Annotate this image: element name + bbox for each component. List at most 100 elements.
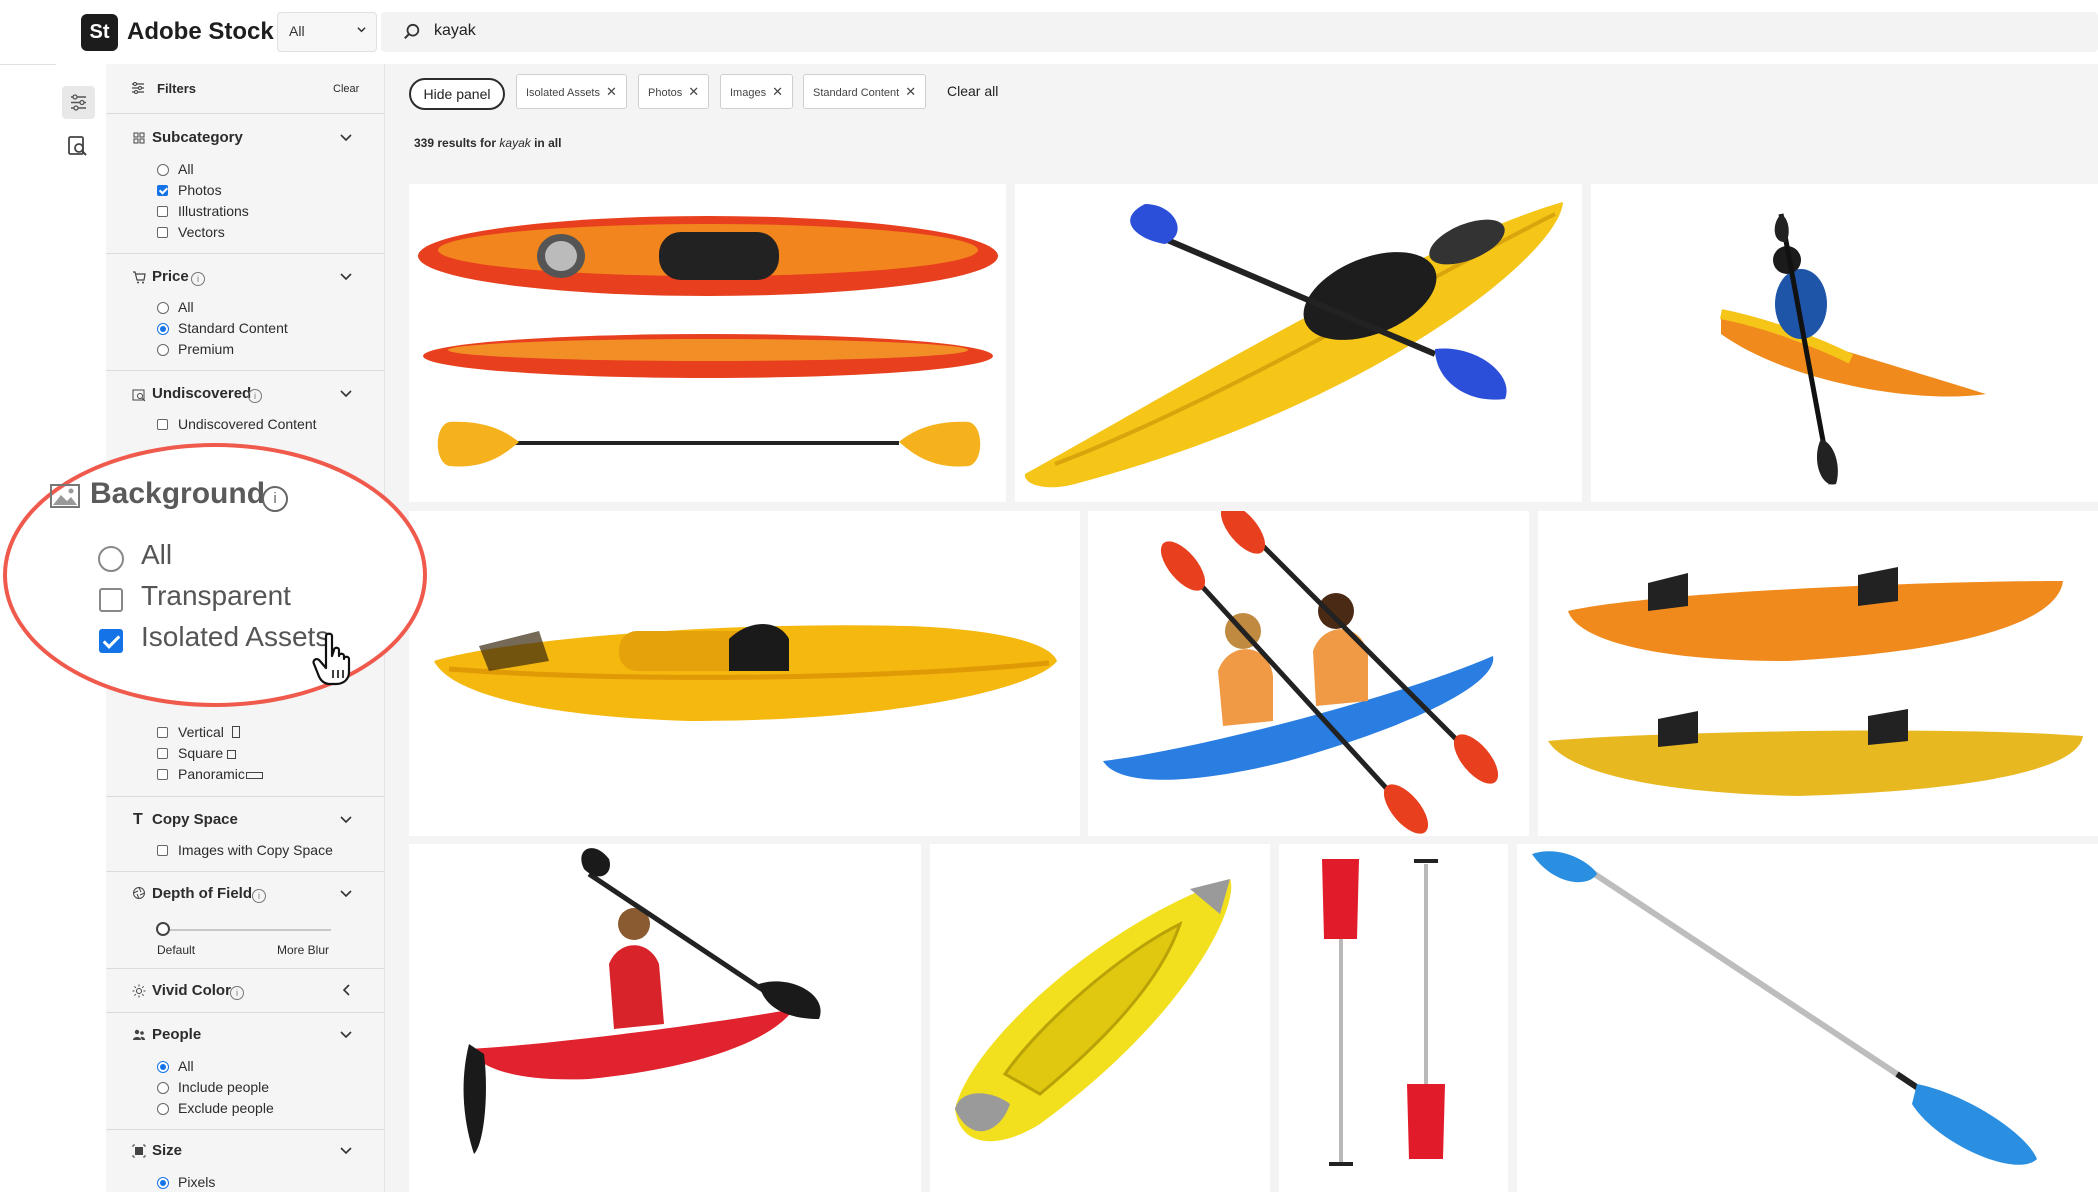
checkbox-background-transparent[interactable] <box>99 588 123 612</box>
hide-panel-button[interactable]: Hide panel <box>409 78 505 110</box>
filter-chip[interactable]: Isolated Assets ✕ <box>516 74 627 109</box>
image-thumbnail <box>463 848 821 1154</box>
result-tile-woman-red-kayak[interactable] <box>409 844 921 1192</box>
checkbox-undiscovered[interactable] <box>157 419 168 430</box>
subcategory-option-label: Illustrations <box>178 203 249 219</box>
text-icon: T <box>133 811 143 828</box>
brand-name[interactable]: Adobe Stock <box>127 18 274 46</box>
copy-space-option-label: Images with Copy Space <box>178 842 333 858</box>
chevron-left-icon[interactable] <box>343 984 351 996</box>
price-header[interactable]: Price <box>152 268 189 285</box>
filters-toggle-button[interactable] <box>62 86 95 119</box>
info-icon[interactable]: i <box>230 986 244 1000</box>
copy-space-header[interactable]: Copy Space <box>152 811 238 828</box>
image-thumbnail <box>1024 202 1563 488</box>
search-input[interactable]: kayak <box>434 22 476 40</box>
chevron-down-icon[interactable] <box>340 390 352 398</box>
filter-chip[interactable]: Images ✕ <box>720 74 793 109</box>
checkbox-orientation-square[interactable] <box>157 748 168 759</box>
scope-dropdown[interactable]: All <box>277 12 377 52</box>
search-bar[interactable]: kayak <box>381 12 2098 52</box>
subcategory-option-label: All <box>178 161 194 177</box>
radio-subcategory-all[interactable] <box>157 164 169 176</box>
info-icon[interactable]: i <box>252 889 266 903</box>
divider <box>106 796 384 797</box>
image-thumbnail <box>418 216 998 467</box>
info-icon[interactable]: i <box>248 389 262 403</box>
radio-background-all[interactable] <box>98 546 124 572</box>
result-tile-yellow-kayak-side[interactable] <box>409 511 1080 836</box>
close-icon[interactable]: ✕ <box>772 75 783 108</box>
orientation-option-label: Panoramic <box>178 766 245 782</box>
filter-chip-label: Images <box>730 87 767 99</box>
result-tile-blue-paddle[interactable] <box>1517 844 2098 1192</box>
close-icon[interactable]: ✕ <box>905 75 916 108</box>
radio-price-standard[interactable] <box>157 323 169 335</box>
sun-icon <box>132 984 146 998</box>
image-thumbnail <box>1322 859 1445 1166</box>
slider-max-label: More Blur <box>277 943 330 957</box>
image-icon <box>50 484 80 508</box>
image-thumbnail <box>1548 567 2083 796</box>
divider <box>106 1012 384 1013</box>
radio-people-exclude[interactable] <box>157 1103 169 1115</box>
chevron-down-icon[interactable] <box>340 1031 352 1039</box>
depth-of-field-header[interactable]: Depth of Field <box>152 885 252 902</box>
close-icon[interactable]: ✕ <box>606 75 617 108</box>
checkbox-orientation-vertical[interactable] <box>157 727 168 738</box>
result-tile-two-red-paddles[interactable] <box>1279 844 1508 1192</box>
divider <box>106 871 384 872</box>
chevron-down-icon[interactable] <box>340 1147 352 1155</box>
adobe-stock-logo[interactable]: St <box>81 14 118 51</box>
result-tile-yellow-kayak-blue-paddle[interactable] <box>1015 184 1582 502</box>
result-tile-two-orange-yellow-kayaks[interactable] <box>1538 511 2098 836</box>
size-header[interactable]: Size <box>152 1142 182 1159</box>
sliders-icon <box>71 94 86 111</box>
checkbox-subcategory-illustrations[interactable] <box>157 206 168 217</box>
checkbox-subcategory-photos[interactable] <box>157 185 168 196</box>
orientation-option-label: Square <box>178 745 224 761</box>
aperture-icon <box>133 887 145 899</box>
chevron-down-icon[interactable] <box>340 816 352 824</box>
divider <box>106 968 384 969</box>
radio-people-include[interactable] <box>157 1082 169 1094</box>
radio-price-all[interactable] <box>157 302 169 314</box>
checkbox-background-isolated[interactable] <box>99 629 123 653</box>
chevron-down-icon[interactable] <box>340 134 352 142</box>
depth-slider-track[interactable] <box>163 929 331 931</box>
clear-filters-button[interactable]: Clear <box>333 83 359 95</box>
result-tile-kayaker-orange-kayak[interactable] <box>1591 184 2098 502</box>
chevron-down-icon[interactable] <box>340 890 352 898</box>
size-icon <box>132 1144 146 1158</box>
filter-chip[interactable]: Standard Content ✕ <box>803 74 927 109</box>
info-icon[interactable]: i <box>262 486 288 512</box>
depth-slider-handle[interactable] <box>156 922 170 936</box>
radio-price-premium[interactable] <box>157 344 169 356</box>
hand-cursor-icon <box>312 632 351 686</box>
price-option-label: Standard Content <box>178 320 288 336</box>
vivid-color-header[interactable]: Vivid Color <box>152 982 231 999</box>
divider <box>106 253 384 254</box>
info-icon[interactable]: i <box>191 272 205 286</box>
result-tile-inflatable-yellow-kayak[interactable] <box>930 844 1270 1192</box>
checkbox-copy-space[interactable] <box>157 845 168 856</box>
result-tile-orange-kayak-with-paddle[interactable] <box>409 184 1006 502</box>
people-header[interactable]: People <box>152 1026 201 1043</box>
checkbox-orientation-panoramic[interactable] <box>157 769 168 780</box>
radio-size-pixels[interactable] <box>157 1177 169 1189</box>
clear-all-button[interactable]: Clear all <box>947 83 998 99</box>
visual-search-icon[interactable] <box>66 134 90 158</box>
checkbox-subcategory-vectors[interactable] <box>157 227 168 238</box>
radio-people-all[interactable] <box>157 1061 169 1073</box>
undiscovered-header[interactable]: Undiscovered <box>152 385 251 402</box>
filters-title: Filters <box>157 81 197 96</box>
chevron-down-icon[interactable] <box>340 273 352 281</box>
filter-chip[interactable]: Photos ✕ <box>638 74 710 109</box>
close-icon[interactable]: ✕ <box>688 75 699 108</box>
subcategory-header[interactable]: Subcategory <box>152 129 243 146</box>
undiscovered-icon <box>132 389 146 402</box>
results-count-text: 339 results for <box>414 136 497 150</box>
result-tile-couple-in-blue-kayak[interactable] <box>1088 511 1529 836</box>
background-option-label: Isolated Assets <box>141 621 330 652</box>
people-option-label: All <box>178 1058 194 1074</box>
